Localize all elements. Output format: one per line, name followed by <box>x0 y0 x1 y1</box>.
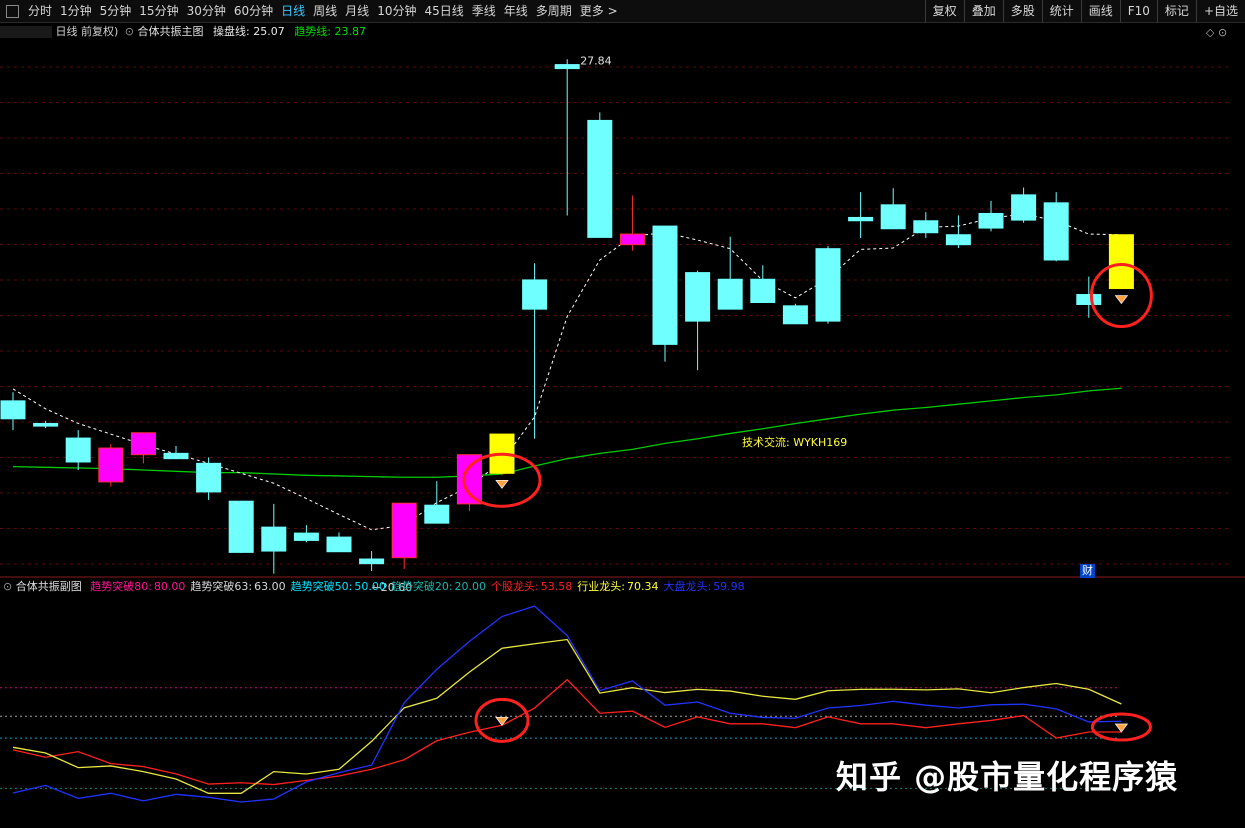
trend-value: 23.87 <box>334 25 366 38</box>
sub-item-label: 大盘龙头: <box>663 580 712 593</box>
candle-body <box>945 234 971 246</box>
sub-item-value: 63.00 <box>254 580 286 593</box>
sub-item-value: 70.34 <box>626 580 659 593</box>
toolbar-button[interactable]: 标记 <box>1156 0 1196 22</box>
candle-body <box>554 64 580 70</box>
candle-body <box>33 422 59 427</box>
candle-body <box>326 536 352 553</box>
main-period: 日线 前复权) <box>55 25 119 38</box>
sub-item-label: 行业龙头: <box>577 580 625 593</box>
period-tab[interactable]: 月线 <box>341 0 373 22</box>
caopan-label: 操盘线: <box>213 25 250 38</box>
candle-body-inner <box>624 235 641 244</box>
period-tab[interactable]: 10分钟 <box>373 0 420 22</box>
period-tab[interactable]: 季线 <box>468 0 500 22</box>
signal-diamond-icon <box>495 479 509 489</box>
sub-indicator-values: 趋势突破80: 80.00 趋势突破63: 63.00 趋势突破50: 50.00 趋势突破… <box>85 580 744 593</box>
tech-contact-text: 技术交流: WYKH169 <box>742 436 848 449</box>
candle-body <box>782 305 808 325</box>
toolbar-actions: 复权 叠加 多股 统计 画线 F10 标记 +自选 <box>924 0 1245 22</box>
candle-body <box>652 225 678 345</box>
sub-item-value: 59.98 <box>713 580 745 593</box>
signal-diamond-icon <box>1114 723 1129 733</box>
sub-item-label: 趋势突破63: <box>190 580 253 593</box>
period-tab[interactable]: 45日线 <box>420 0 467 22</box>
sub-item-value: 80.00 <box>153 580 186 593</box>
candle-body <box>163 452 189 460</box>
candle-body <box>228 500 254 553</box>
period-tab[interactable]: 年线 <box>500 0 532 22</box>
candle-body-inner <box>135 433 152 454</box>
finance-marker[interactable]: 财 <box>1080 564 1095 578</box>
sub-chart-header: ⊙ 合体共振副图 趋势突破80: 80.00 趋势突破63: 63.00 趋势突破50:… <box>3 580 745 594</box>
period-tab[interactable]: 分时 <box>24 0 56 22</box>
sub-item-value: 50.00 <box>354 580 386 593</box>
main-indicator-name[interactable]: 合体共振主图 <box>138 25 204 38</box>
caopan-line <box>12 213 1122 531</box>
collapse-icon[interactable]: ⊙ <box>125 25 134 38</box>
trend-label: 趋势线: <box>294 25 331 38</box>
sub-item-label: 趋势突破20: <box>390 580 453 593</box>
caopan-value: 25.07 <box>253 25 285 38</box>
sub-item-value: 53.58 <box>540 580 573 593</box>
candle-body <box>522 279 548 310</box>
candle-body <box>293 532 319 541</box>
period-tabs: 分时 1分钟 5分钟 15分钟 30分钟 60分钟 日线 周线 月线 10分钟 45日线 季线 年线 多周… <box>0 0 622 22</box>
collapse-icon[interactable]: ⊙ <box>3 580 12 593</box>
candle-body <box>0 400 26 420</box>
period-tab[interactable]: 日线 <box>277 0 309 22</box>
signal-diamond-icon <box>1114 295 1129 305</box>
period-tab[interactable]: 5分钟 <box>96 0 136 22</box>
candle-body <box>717 278 743 310</box>
candle-body <box>1011 194 1037 221</box>
candle-body <box>424 504 450 524</box>
chart-tool-icons[interactable]: ◇ ⊙ <box>1206 26 1227 40</box>
candle-body <box>978 212 1004 229</box>
menu-icon[interactable] <box>6 4 19 18</box>
candle-body <box>815 248 841 322</box>
sub-item-label: 趋势突破80: <box>90 580 152 593</box>
toolbar-button[interactable]: 统计 <box>1041 0 1081 22</box>
sub-item-value: 20.00 <box>454 580 487 593</box>
candle-body <box>685 272 711 322</box>
candle-body <box>880 204 906 230</box>
candle-body <box>1108 234 1134 290</box>
period-toolbar: 分时 1分钟 5分钟 15分钟 30分钟 60分钟 日线 周线 月线 10分钟 45日线 季线 年线 多周… <box>0 0 1245 23</box>
candle-body <box>1043 202 1069 261</box>
candle-body <box>196 462 222 493</box>
candle-body-inner <box>396 504 413 557</box>
toolbar-button[interactable]: +自选 <box>1195 0 1245 22</box>
sub-indicator-name[interactable]: 合体共振副图 <box>16 580 82 593</box>
signal-diamond-icon <box>495 716 509 726</box>
sub-item-label: 趋势突破50: <box>290 580 353 593</box>
toolbar-button[interactable]: 多股 <box>1002 0 1042 22</box>
period-tab[interactable]: 15分钟 <box>135 0 182 22</box>
candle-body <box>587 119 613 238</box>
toolbar-button[interactable]: F10 <box>1119 0 1157 22</box>
toolbar-button[interactable]: 叠加 <box>963 0 1003 22</box>
watermark: 知乎 @股市量化程序猿 <box>836 758 1179 796</box>
period-tab[interactable]: 60分钟 <box>230 0 277 22</box>
period-tab[interactable]: 更多 > <box>576 0 622 22</box>
period-tab[interactable]: 30分钟 <box>183 0 230 22</box>
stock-name-blurred <box>0 26 52 38</box>
period-tab[interactable]: 1分钟 <box>56 0 96 22</box>
candle-body <box>1076 294 1102 306</box>
candle-body <box>750 278 776 304</box>
period-tab[interactable]: 多周期 <box>532 0 576 22</box>
candle-body <box>359 558 385 565</box>
period-tab[interactable]: 周线 <box>309 0 341 22</box>
toolbar-button[interactable]: 画线 <box>1080 0 1120 22</box>
candle-body <box>65 437 91 463</box>
candle-body-inner <box>102 449 119 481</box>
candle-body <box>913 220 939 234</box>
candle-body <box>848 216 874 222</box>
candle-body <box>261 526 287 552</box>
trend-line <box>12 387 1122 478</box>
sub-item-label: 个股龙头: <box>491 580 539 593</box>
toolbar-button[interactable]: 复权 <box>924 0 964 22</box>
high-price-label: 27.84 <box>580 54 612 67</box>
main-chart-header: 日线 前复权) ⊙ 合体共振主图 操盘线: 25.07 趋势线: 23.87 <box>0 25 366 39</box>
kline-chart: 27.84←20.60 <box>0 54 1245 803</box>
